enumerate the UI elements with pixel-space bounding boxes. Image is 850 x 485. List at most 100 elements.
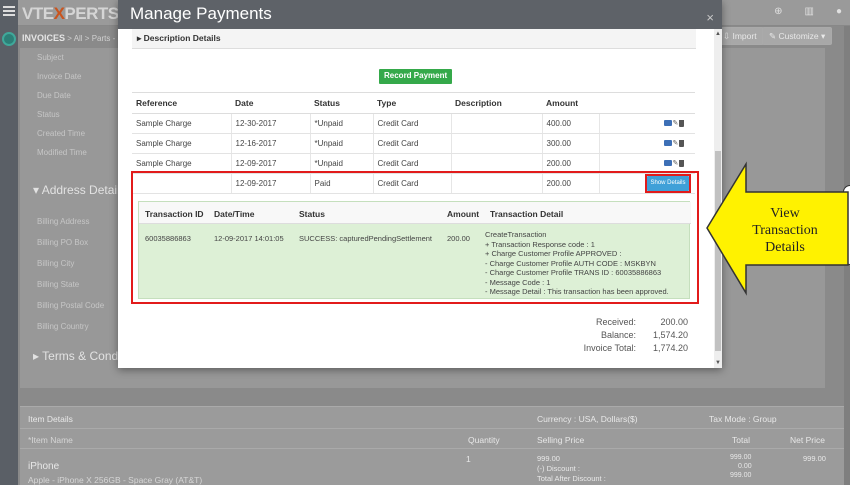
payment-totals: Received: 200.00 Balance: 1,574.20 Invoice… [566,316,688,355]
breadcrumb-module[interactable]: INVOICES [22,33,65,43]
col-status: Status [310,92,373,114]
table-row: Sample Charge 12-16-2017 *Unpaid Credit … [132,133,695,154]
cell-type: Credit Card [372,133,451,154]
received-label: Received: [595,317,636,327]
col-transaction-id: Transaction ID [145,209,204,219]
item-net-price: 999.00 [803,454,826,463]
charge-card-icon[interactable] [663,140,672,146]
cell-amount: 300.00 [541,133,599,154]
cell-reference: Sample Charge [132,113,231,134]
transaction-detail-text: CreateTransaction + Transaction Response… [485,230,669,296]
cell-status: *Unpaid [309,113,373,134]
balance-value: 1,574.20 [652,330,688,340]
balance-label: Balance: [600,330,636,340]
cell-amount: 400.00 [541,113,599,134]
delete-icon[interactable] [679,159,685,167]
callout-text: View Transaction Details [752,206,818,255]
manage-payments-modal: Manage Payments × ▸ Description Details … [118,0,722,368]
field-label: Status [37,110,60,119]
delete-icon[interactable] [679,139,685,147]
item-details-header: Item Details [28,414,73,424]
col-description: Description [451,92,542,114]
tax-mode-label: Tax Mode : Group [709,414,777,424]
item-name: iPhone [28,461,60,472]
col-type: Type [373,92,451,114]
item-description: Apple - iPhone X 256GB - Space Gray (AT&… [28,475,203,485]
delete-icon[interactable] [679,119,685,127]
customize-button[interactable]: ✎ Customize ▾ [762,27,833,45]
field-label: Billing State [37,280,80,289]
col-tx-status: Status [299,209,325,219]
modal-header: Manage Payments × [118,0,722,29]
item-price: 999.00 [537,454,560,463]
field-label: Billing Address [37,217,90,226]
cell-reference: Sample Charge [132,133,231,154]
field-label: Billing Postal Code [37,301,105,310]
field-label: Due Date [37,91,71,100]
cell-description [450,113,542,134]
currency-label: Currency : USA, Dollars($) [537,414,638,424]
top-icons: ⊕ ▥ ● [774,6,842,17]
transaction-datetime: 12-09-2017 14:01:05 [214,234,284,243]
received-value: 200.00 [660,317,688,327]
col-quantity: Quantity [468,435,500,445]
invoice-total-label: Invoice Total: [583,343,636,353]
show-details-button[interactable]: Show Details [647,176,689,191]
import-button[interactable]: ⇩ Import [716,27,764,45]
address-field-labels: Billing Address Billing PO Box Billing C… [37,211,104,337]
field-label: Invoice Date [37,72,82,81]
col-date: Date [231,92,310,114]
charge-card-icon[interactable] [663,160,672,166]
add-icon[interactable]: ⊕ [774,6,782,17]
close-icon[interactable]: × [706,10,714,25]
transaction-header: Transaction ID Date/Time Status Amount T… [139,202,691,224]
transaction-details-panel: Transaction ID Date/Time Status Amount T… [138,201,691,299]
cell-actions: ✎ [598,113,695,134]
col-net-price: Net Price [790,435,825,445]
description-details-toggle[interactable]: ▸ Description Details [132,29,696,49]
cell-description [450,133,542,154]
edit-icon[interactable]: ✎ [673,139,679,147]
module-circle-icon[interactable] [2,32,16,46]
col-selling-price: Selling Price [537,435,585,445]
cell-status: *Unpaid [309,133,373,154]
address-section-toggle[interactable]: ▾ Address Details [33,183,126,197]
field-label: Modified Time [37,148,87,157]
item-discount-value: 0.00 [738,463,752,470]
item-details-table: Item Details Currency : USA, Dollars($) … [20,406,845,485]
invoice-total-value: 1,774.20 [652,343,688,353]
transaction-id: 60035886863 [145,234,191,243]
col-tx-detail: Transaction Detail [490,209,564,219]
col-reference: Reference [132,92,231,114]
col-item-name: *Item Name [28,435,73,445]
cell-actions: ✎ [598,133,695,154]
edit-icon[interactable]: ✎ [673,159,679,167]
field-label: Billing Country [37,322,89,331]
chart-icon[interactable]: ▥ [805,6,814,17]
col-total: Total [732,435,750,445]
item-quantity: 1 [466,454,471,464]
edit-icon[interactable]: ✎ [673,119,679,127]
record-payment-button[interactable]: Record Payment [379,69,453,84]
cell-type: Credit Card [372,113,451,134]
cell-date: 12-16-2017 [230,133,310,154]
transaction-status: SUCCESS: capturedPendingSettlement [299,234,432,243]
modal-title: Manage Payments [130,4,272,23]
total-after-discount-label: Total After Discount : [537,474,606,483]
field-label: Subject [37,53,64,62]
menu-icon[interactable] [3,6,15,16]
scroll-up-icon[interactable]: ▲ [715,31,721,37]
scroll-down-icon[interactable]: ▼ [715,360,721,366]
item-total: 999.00 [730,454,752,461]
discount-link[interactable]: (-) Discount : [537,464,580,473]
col-amount: Amount [542,92,599,114]
logo: VTEXPERTS [22,4,119,23]
col-datetime: Date/Time [214,209,255,219]
breadcrumb: INVOICES > All > Parts - Sa [22,33,127,43]
user-icon[interactable]: ● [836,6,842,17]
modal-body: ▸ Description Details Record Payment Ref… [118,29,714,368]
col-actions [599,92,695,114]
charge-card-icon[interactable] [663,120,672,126]
detail-field-labels: Subject Invoice Date Due Date Status Cre… [37,48,87,162]
left-nav-strip [0,0,18,485]
